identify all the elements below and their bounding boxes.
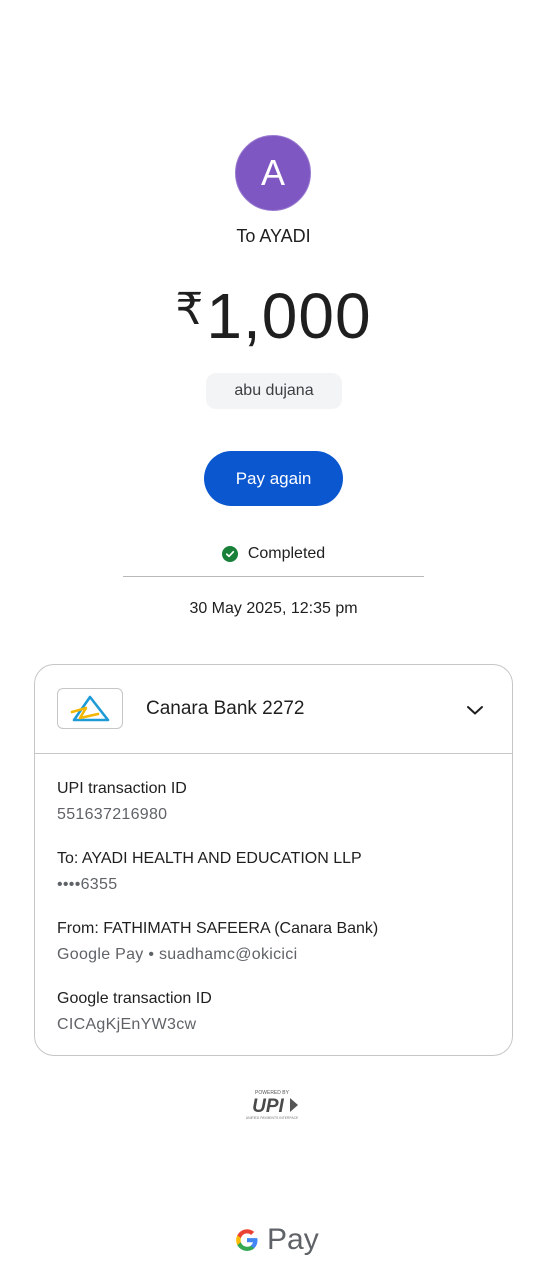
transaction-details-card: Canara Bank 2272 UPI transaction ID 5516…	[34, 664, 513, 1056]
status-divider	[123, 576, 424, 577]
payment-receipt-screen: A To AYADI ₹1,000 abu dujana Pay again C…	[0, 0, 547, 1280]
recipient-label: To AYADI	[236, 226, 311, 246]
detail-label: Google transaction ID	[57, 990, 212, 1007]
amount-value: 1,000	[206, 280, 372, 352]
transaction-status: Completed	[0, 545, 547, 563]
payment-amount: ₹1,000	[0, 272, 547, 354]
detail-label: From: FATHIMATH SAFEERA (Canara Bank)	[57, 920, 379, 937]
avatar-letter: A	[260, 152, 285, 193]
upi-logo: POWERED BY UPI UNIFIED PAYMENTS INTERFAC…	[244, 1088, 304, 1122]
bank-account-name: Canara Bank 2272	[146, 698, 305, 719]
payment-note: abu dujana	[206, 373, 342, 409]
google-pay-logo: Pay	[233, 1222, 319, 1258]
currency-symbol: ₹	[175, 285, 205, 334]
detail-value: Google Pay • suadhamc@okicici	[57, 946, 298, 963]
check-circle-icon	[221, 546, 238, 562]
google-g-icon	[236, 1229, 258, 1251]
canara-bank-logo	[57, 688, 123, 729]
chevron-down-icon[interactable]	[463, 698, 487, 722]
upi-wordmark: UPI	[252, 1096, 284, 1117]
transaction-datetime: 30 May 2025, 12:35 pm	[189, 600, 358, 617]
gpay-label: Pay	[267, 1223, 319, 1256]
bank-account-header[interactable]: Canara Bank 2272	[35, 665, 512, 754]
to-account-row: To: AYADI HEALTH AND EDUCATION LLP ••••6…	[57, 849, 362, 895]
detail-value: ••••6355	[57, 876, 118, 893]
upi-transaction-id-row: UPI transaction ID 551637216980	[57, 779, 187, 825]
google-transaction-id-row: Google transaction ID CICAgKjEnYW3cw	[57, 989, 212, 1035]
detail-value: CICAgKjEnYW3cw	[57, 1016, 197, 1033]
recipient-avatar: A	[235, 135, 311, 211]
detail-value: 551637216980	[57, 806, 168, 823]
from-account-row: From: FATHIMATH SAFEERA (Canara Bank) Go…	[57, 919, 378, 965]
detail-label: UPI transaction ID	[57, 780, 187, 797]
pay-again-button[interactable]: Pay again	[204, 451, 343, 506]
upi-tagline: UNIFIED PAYMENTS INTERFACE	[246, 1116, 299, 1120]
status-text: Completed	[247, 545, 326, 562]
detail-label: To: AYADI HEALTH AND EDUCATION LLP	[57, 850, 362, 867]
